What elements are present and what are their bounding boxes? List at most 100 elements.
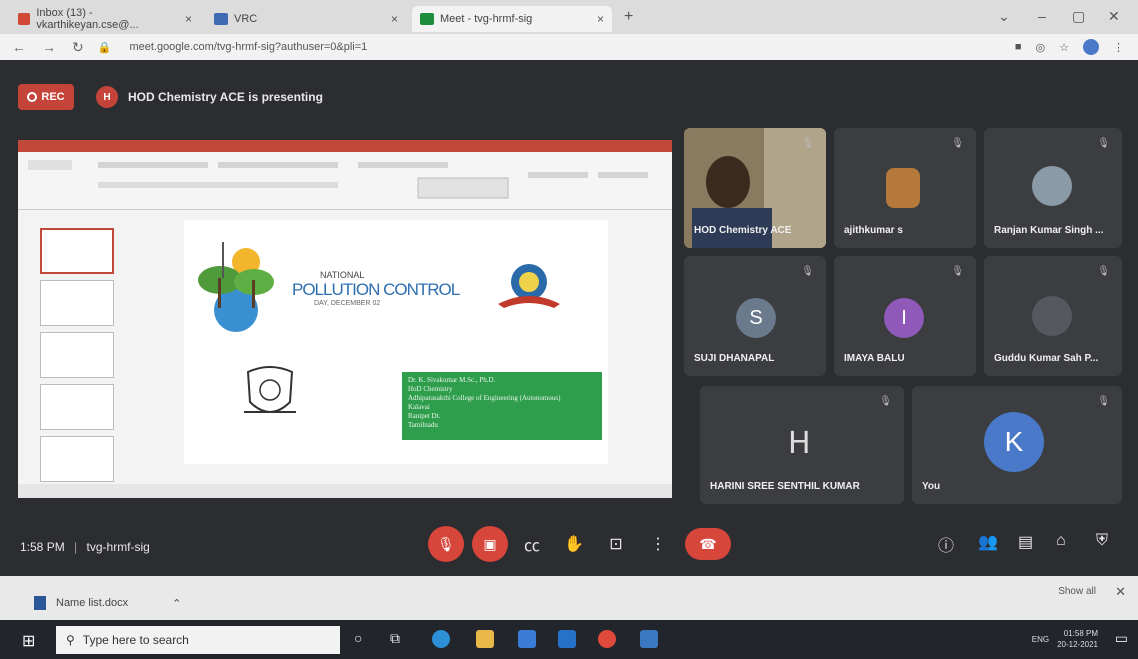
participant-tile-suji[interactable]: S SUJI DHANAPAL 🎙 [684, 256, 826, 376]
speaker-line: HoD Chemistry [408, 385, 453, 393]
participant-tile-you[interactable]: K You 🎙 [912, 386, 1122, 504]
store-icon[interactable] [518, 630, 536, 648]
people-icon[interactable]: 👥 [978, 532, 998, 552]
mic-off-icon: 🎙 [801, 138, 814, 149]
word-icon[interactable] [640, 630, 658, 648]
participant-name: Ranjan Kumar Singh ... [994, 225, 1104, 236]
participant-tile-ajithkumar[interactable]: ajithkumar s 🎙 [834, 128, 976, 248]
chevron-up-icon[interactable]: ⌃ [172, 597, 181, 610]
address-bar: ← → ↻ 🔒 meet.google.com/tvg-hrmf-sig?aut… [0, 34, 1138, 60]
tab-meet[interactable]: Meet - tvg-hrmf-sig × [412, 6, 612, 32]
shared-screen: NATIONAL POLLUTION CONTROL DAY, DECEMBER… [18, 140, 672, 498]
close-icon[interactable]: ✕ [1115, 584, 1126, 600]
slide-thumbnails[interactable] [26, 222, 118, 484]
windows-start-icon[interactable]: ⊞ [22, 631, 35, 651]
participant-tile-guddu[interactable]: Guddu Kumar Sah P... 🎙 [984, 256, 1122, 376]
close-window-icon[interactable]: ✕ [1108, 8, 1120, 25]
participant-tile-harini[interactable]: H HARINI SREE SENTHIL KUMAR 🎙 [700, 386, 904, 504]
activities-icon[interactable]: ⌂ [1056, 532, 1066, 550]
back-icon[interactable]: ← [12, 39, 26, 56]
close-icon[interactable]: × [185, 12, 192, 26]
powerpoint-status-bar [18, 484, 672, 498]
mic-off-icon: 🎙 [437, 535, 455, 552]
gmail-icon [18, 13, 31, 25]
show-all-button[interactable]: Show all [1058, 586, 1096, 597]
meeting-time: 1:58 PM [20, 540, 65, 554]
tab-vrc[interactable]: VRC × [206, 6, 406, 32]
participant-name: You [922, 481, 941, 492]
more-options-button[interactable]: ⋮ [640, 526, 676, 562]
participant-tile-imaya[interactable]: I IMAYA BALU 🎙 [834, 256, 976, 376]
slide-thumb[interactable] [40, 280, 114, 326]
participant-avatar: I [884, 298, 924, 338]
meeting-info: 1:58 PM | tvg-hrmf-sig [20, 540, 150, 554]
speaker-info-box: Dr. K. Sivakumar M.Sc., Ph.D. HoD Chemis… [402, 372, 602, 440]
tab-search-icon[interactable]: ⌄ [998, 8, 1010, 25]
cortana-icon[interactable]: ○ [354, 630, 362, 646]
camera-toggle-button[interactable]: ▣ [472, 526, 508, 562]
slide-thumb[interactable] [40, 436, 114, 482]
camera-icon[interactable]: ■ [1015, 41, 1022, 53]
meet-control-bar: 1:58 PM | tvg-hrmf-sig 🎙 ▣ ㏄ ✋ ⊡ ⋮ ☎ ⓘ 👥… [0, 516, 1138, 576]
host-controls-icon[interactable]: ⛨ [1096, 532, 1108, 550]
participant-name: IMAYA BALU [844, 353, 905, 364]
bookmark-star-icon[interactable]: ☆ [1059, 41, 1069, 54]
task-view-icon[interactable]: ⧉ [390, 630, 400, 647]
participant-photo [886, 168, 920, 208]
presenter-banner: H HOD Chemistry ACE is presenting [96, 86, 323, 108]
raise-hand-button[interactable]: ✋ [556, 526, 592, 562]
participant-name: ajithkumar s [844, 225, 903, 236]
camera-off-icon: ▣ [483, 535, 497, 552]
powerpoint-title-bar [18, 140, 672, 152]
notification-icon[interactable]: ▭ [1115, 630, 1128, 647]
slide-thumb[interactable] [40, 332, 114, 378]
mic-off-icon: 🎙 [801, 266, 814, 277]
windows-taskbar: ⊞ ⚲ Type here to search ○ ⧉ ENG 01:58 PM… [0, 620, 1138, 659]
file-explorer-icon[interactable] [476, 630, 494, 648]
menu-kebab-icon[interactable]: ⋮ [1113, 41, 1124, 54]
search-placeholder: Type here to search [82, 633, 189, 647]
close-icon[interactable]: × [391, 12, 398, 26]
participant-initial: H [788, 426, 811, 461]
tray-date: 20-12-2021 [1057, 640, 1098, 649]
mic-off-icon: 🎙 [951, 266, 964, 277]
profile-avatar[interactable] [1083, 39, 1099, 55]
taskbar-search[interactable]: ⚲ Type here to search [56, 626, 340, 654]
speaker-line: Dr. K. Sivakumar M.Sc., Ph.D. [408, 376, 496, 384]
forward-icon[interactable]: → [42, 39, 56, 56]
slide-thumb[interactable] [40, 384, 114, 430]
chrome-icon[interactable] [598, 630, 616, 648]
url-field[interactable]: meet.google.com/tvg-hrmf-sig?authuser=0&… [129, 41, 367, 53]
close-icon[interactable]: × [597, 12, 604, 26]
word-doc-icon [34, 596, 46, 610]
tab-label: VRC [234, 13, 258, 25]
minimize-icon[interactable]: – [1038, 8, 1046, 24]
captions-button[interactable]: ㏄ [514, 526, 550, 562]
mail-icon[interactable] [558, 630, 576, 648]
language-indicator[interactable]: ENG [1032, 634, 1049, 645]
extension-icon[interactable]: ◎ [1036, 41, 1046, 54]
meet-window: REC H HOD Chemistry ACE is presenting NA… [0, 60, 1138, 576]
presenter-text: HOD Chemistry ACE is presenting [128, 90, 323, 104]
tray-time: 01:58 PM [1063, 629, 1098, 638]
info-icon[interactable]: ⓘ [938, 532, 954, 556]
meet-icon [420, 13, 434, 25]
edge-icon[interactable] [432, 630, 450, 648]
presenter-avatar: H [96, 86, 118, 108]
slide-subtitle: NATIONAL [320, 270, 365, 280]
powerpoint-ribbon [18, 152, 672, 210]
participant-tile-ranjan[interactable]: Ranjan Kumar Singh ... 🎙 [984, 128, 1122, 248]
new-tab-button[interactable]: + [624, 8, 633, 26]
participant-avatar: S [736, 298, 776, 338]
slide-thumb[interactable] [40, 228, 114, 274]
mic-toggle-button[interactable]: 🎙 [428, 526, 464, 562]
present-button[interactable]: ⊡ [598, 526, 634, 562]
mic-off-icon: 🎙 [1097, 266, 1110, 277]
leave-call-button[interactable]: ☎ [685, 528, 731, 560]
download-item[interactable]: Name list.docx ⌃ [34, 596, 181, 610]
reload-icon[interactable]: ↻ [72, 39, 84, 56]
maximize-icon[interactable]: ▢ [1072, 8, 1085, 25]
tab-gmail[interactable]: Inbox (13) - vkarthikeyan.cse@... × [10, 6, 200, 32]
chat-icon[interactable]: ▤ [1018, 532, 1033, 552]
participant-tile-hod[interactable]: HOD Chemistry ACE 🎙 [684, 128, 826, 248]
